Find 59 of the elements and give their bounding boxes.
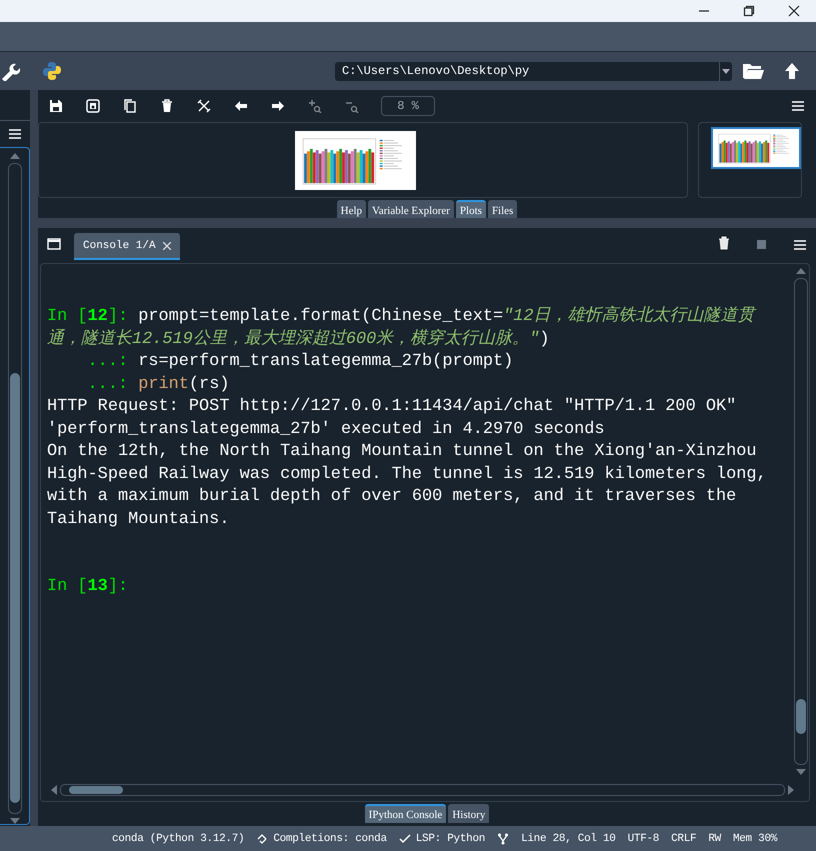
scroll-arrow-icon[interactable] bbox=[796, 268, 806, 274]
status-text: Line 28, Col 10 bbox=[521, 832, 616, 844]
status-text: CRLF bbox=[671, 832, 696, 844]
scroll-arrow-icon[interactable] bbox=[10, 818, 20, 824]
left-arrow-icon[interactable] bbox=[234, 99, 248, 113]
dropdown-icon bbox=[722, 68, 730, 74]
window-icon[interactable] bbox=[47, 238, 61, 250]
up-arrow-icon[interactable] bbox=[784, 62, 800, 80]
status-text: Mem 30% bbox=[732, 832, 778, 844]
console-line: ...: rs=perform_translategemma_27b(prompt) bbox=[86, 351, 514, 373]
trash-icon[interactable] bbox=[718, 236, 730, 250]
menu-icon[interactable] bbox=[792, 101, 804, 111]
console-line: HTTP Request: POST http://127.0.0.1:11434/api/chat "HTTP/1.1 200 OK" bbox=[47, 396, 738, 418]
scroll-arrow-icon[interactable] bbox=[10, 153, 20, 159]
menu-icon[interactable] bbox=[794, 240, 806, 250]
close-icon[interactable] bbox=[788, 5, 800, 17]
console-line: High-Speed Railway was completed. The tunnel is 12.519 kilometers long, bbox=[47, 464, 768, 486]
status-text: LSP: Python bbox=[416, 832, 486, 844]
console-line: Taihang Mountains. bbox=[47, 508, 230, 530]
console-line: 通，隧道长12.519公里，最大埋深超过600米，横穿太行山脉。") bbox=[47, 328, 551, 350]
console-tab[interactable]: Console 1/A bbox=[74, 233, 180, 260]
pane-tab[interactable]: Variable Explorer bbox=[368, 200, 454, 218]
path-field[interactable]: C:\Users\Lenovo\Desktop\py bbox=[335, 62, 732, 80]
folder-icon[interactable] bbox=[742, 62, 764, 80]
save-icon[interactable] bbox=[49, 99, 63, 113]
scroll-arrow-icon[interactable] bbox=[51, 785, 57, 795]
copy-icon[interactable] bbox=[123, 99, 137, 113]
console-line: with a maximum burial depth of over 600 meters, and it traverses the bbox=[47, 486, 738, 508]
pane-tab[interactable]: Files bbox=[488, 200, 518, 218]
status-text: conda (Python 3.12.7) bbox=[112, 832, 244, 844]
scrollbar-thumb[interactable] bbox=[796, 699, 806, 734]
console-line: ...: print(rs) bbox=[86, 374, 230, 396]
pane-tab[interactable]: Help bbox=[336, 200, 366, 218]
trash-icon[interactable] bbox=[160, 99, 174, 113]
console-line: On the 12th, the North Taihang Mountain tunnel on the Xiong'an-Xinzhou bbox=[47, 441, 758, 463]
zoom-field[interactable]: 8 % bbox=[381, 96, 435, 116]
menu-icon[interactable] bbox=[9, 129, 21, 139]
scrollbar-thumb[interactable] bbox=[69, 786, 123, 794]
pane-tab[interactable]: IPython Console bbox=[364, 804, 446, 823]
right-arrow-icon[interactable] bbox=[271, 99, 285, 113]
scrollbar[interactable] bbox=[8, 153, 22, 824]
pane-tab[interactable]: Plots bbox=[456, 200, 486, 218]
console-line: In [13]: bbox=[47, 576, 130, 598]
path-text: C:\Users\Lenovo\Desktop\py bbox=[341, 64, 530, 78]
console-line: In [12]: prompt=template.format(Chinese_text="12日，雄忻高铁北太行山隧道贯 bbox=[47, 306, 758, 328]
save-all-icon[interactable] bbox=[86, 99, 100, 113]
console-line: 'perform_translategemma_27b' executed in 4.2970 seconds bbox=[47, 418, 606, 440]
wrench-icon[interactable] bbox=[0, 61, 20, 81]
scrollbar-thumb[interactable] bbox=[10, 373, 20, 803]
completions-icon bbox=[256, 832, 268, 844]
pane-tab[interactable]: History bbox=[448, 804, 490, 823]
check-icon bbox=[398, 832, 411, 844]
maximize-icon[interactable] bbox=[742, 5, 754, 17]
status-text: RW bbox=[708, 832, 721, 844]
branch-icon bbox=[497, 832, 510, 844]
status-text: UTF-8 bbox=[628, 832, 660, 844]
status-text: Completions: conda bbox=[273, 832, 387, 844]
python-icon[interactable] bbox=[42, 61, 62, 81]
cross-icon[interactable] bbox=[197, 99, 211, 113]
